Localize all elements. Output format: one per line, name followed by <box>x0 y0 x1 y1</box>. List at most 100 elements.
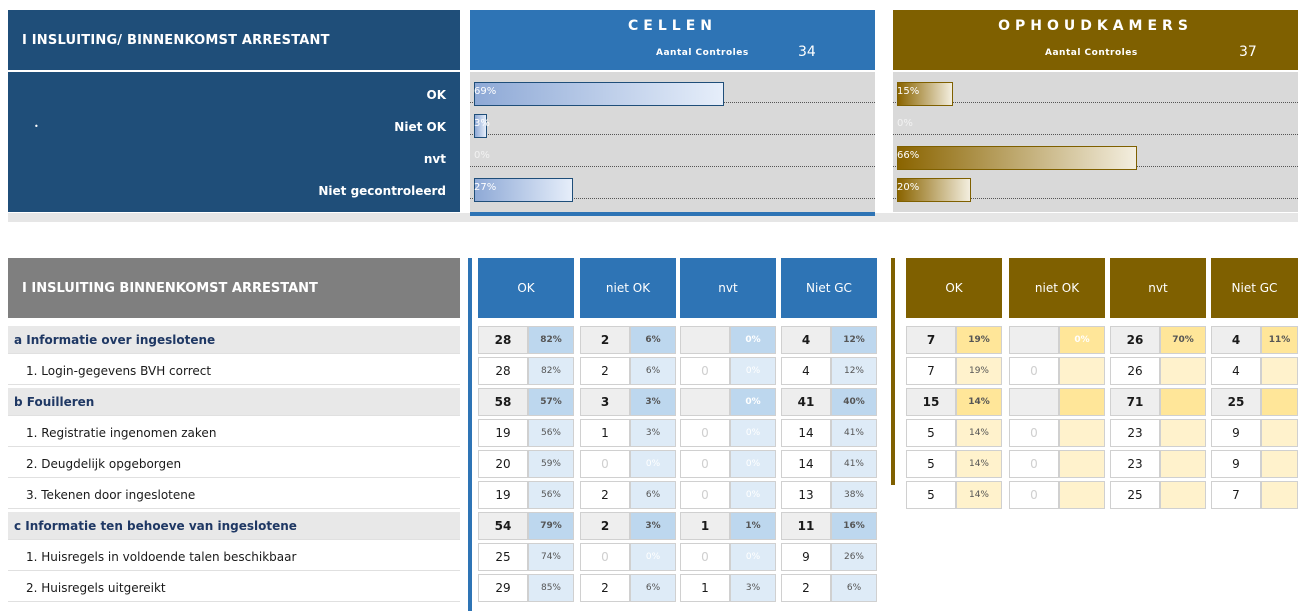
ophoudkamers-cell-percent <box>1261 357 1298 385</box>
detail-title: I INSLUITING BINNENKOMST ARRESTANT <box>8 258 460 318</box>
cellen-bar-chart: 69% 3% 0% 27% <box>470 72 875 212</box>
ophoudkamers-cell-percent: 19% <box>956 326 1002 354</box>
ophoudkamers-cell-count: 71 <box>1110 388 1160 416</box>
cellen-cell-percent: 0% <box>730 419 776 447</box>
ophoudkamers-cell-percent: 19% <box>956 357 1002 385</box>
cellen-cell-percent: 3% <box>630 419 676 447</box>
cellen-cell-count: 0 <box>680 450 730 478</box>
cellen-cell-percent: 74% <box>528 543 574 571</box>
item-label: 2. Huisregels uitgereikt <box>8 574 460 602</box>
cellen-cell-count <box>680 388 730 416</box>
cellen-col-header: Niet GC <box>781 258 877 318</box>
ophoudkamers-col-header: niet OK <box>1009 258 1105 318</box>
category-label: c Informatie ten behoeve van ingeslotene <box>8 512 460 540</box>
cellen-title: CELLEN <box>628 18 717 34</box>
ophoudkamers-cell-count: 5 <box>906 419 956 447</box>
ophoudkamers-cell-count <box>1009 326 1059 354</box>
cellen-cell-count: 0 <box>580 450 630 478</box>
cellen-cell-count: 0 <box>580 543 630 571</box>
cellen-cell-count: 28 <box>478 326 528 354</box>
cellen-cell-percent: 3% <box>630 388 676 416</box>
ophoudkamers-cell-count: 5 <box>906 481 956 509</box>
ophoudkamers-cell-percent <box>1261 481 1298 509</box>
ophoudkamers-bar-chart: 15% 0% 66% 20% <box>893 72 1298 212</box>
ophoudkamers-cell-count: 7 <box>1211 481 1261 509</box>
row-label-nvt: nvt <box>423 152 446 166</box>
cellen-bar-label: 3% <box>474 118 490 129</box>
cellen-cell-count: 20 <box>478 450 528 478</box>
cellen-cell-count: 1 <box>680 574 730 602</box>
ophoudkamers-cell-percent: 70% <box>1160 326 1206 354</box>
cellen-bar-row: 0% <box>470 142 875 167</box>
ophoudkamers-bar <box>897 146 1137 170</box>
cellen-cell-percent: 0% <box>730 543 776 571</box>
cellen-col-header: OK <box>478 258 574 318</box>
cellen-count-label: Aantal Controles <box>656 48 749 58</box>
cellen-cell-percent: 59% <box>528 450 574 478</box>
category-label: a Informatie over ingeslotene <box>8 326 460 354</box>
cellen-cell-percent: 41% <box>831 419 877 447</box>
cellen-cell-count: 2 <box>781 574 831 602</box>
cellen-cell-percent: 85% <box>528 574 574 602</box>
cellen-cell-count: 58 <box>478 388 528 416</box>
cellen-cell-percent: 0% <box>630 543 676 571</box>
cellen-cell-percent: 0% <box>630 450 676 478</box>
summary-row-labels: OK Niet OK nvt Niet gecontroleerd • <box>8 72 460 212</box>
cellen-cell-count: 14 <box>781 450 831 478</box>
cellen-cell-percent: 0% <box>730 357 776 385</box>
cellen-cell-count: 0 <box>680 357 730 385</box>
ophoudkamers-cell-count: 0 <box>1009 450 1059 478</box>
cellen-col-header: niet OK <box>580 258 676 318</box>
cellen-cell-count: 4 <box>781 326 831 354</box>
ophoudkamers-cell-count: 25 <box>1211 388 1261 416</box>
cellen-cell-percent: 6% <box>630 481 676 509</box>
ophoudkamers-bar-row: 66% <box>893 142 1298 170</box>
ophoudkamers-cell-percent: 14% <box>956 481 1002 509</box>
ophoudkamers-cell-count: 7 <box>906 326 956 354</box>
cellen-cell-count: 2 <box>580 574 630 602</box>
cellen-bar-row: 3% <box>470 110 875 138</box>
item-label: 1. Huisregels in voldoende talen beschik… <box>8 543 460 571</box>
cellen-col-header: nvt <box>680 258 776 318</box>
row-label-niet-gecontroleerd: Niet gecontroleerd <box>318 184 446 198</box>
row-label-niet-ok: Niet OK <box>394 120 446 134</box>
cellen-cell-percent: 1% <box>730 512 776 540</box>
ophoudkamers-cell-count: 7 <box>906 357 956 385</box>
ophoudkamers-bar-label: 66% <box>897 150 920 161</box>
cellen-cell-percent: 16% <box>831 512 877 540</box>
cellen-cell-percent: 38% <box>831 481 877 509</box>
cellen-cell-count: 2 <box>580 357 630 385</box>
cellen-cell-percent: 40% <box>831 388 877 416</box>
cellen-count: 34 <box>798 44 816 60</box>
cellen-cell-percent: 56% <box>528 419 574 447</box>
cellen-cell-count: 25 <box>478 543 528 571</box>
cellen-cell-percent: 6% <box>630 357 676 385</box>
ophoudkamers-cell-count: 23 <box>1110 450 1160 478</box>
ophoudkamers-cell-count <box>1009 388 1059 416</box>
ophoudkamers-col-header: Niet GC <box>1211 258 1298 318</box>
cellen-cell-percent: 0% <box>730 326 776 354</box>
row-label-ok: OK <box>426 88 447 102</box>
ophoudkamers-bar-label: 0% <box>897 118 913 129</box>
cellen-cell-count <box>680 326 730 354</box>
ophoudkamers-count: 37 <box>1239 44 1257 60</box>
ophoudkamers-divider <box>891 258 895 485</box>
cellen-bar <box>474 82 725 106</box>
cellen-underline <box>470 212 875 216</box>
cellen-cell-count: 0 <box>680 543 730 571</box>
item-label: 1. Registratie ingenomen zaken <box>8 419 460 447</box>
ophoudkamers-bar-row: 20% <box>893 174 1298 202</box>
ophoudkamers-header: OPHOUDKAMERS Aantal Controles 37 <box>893 10 1298 70</box>
dot-marker: • <box>34 122 39 131</box>
item-label: 3. Tekenen door ingeslotene <box>8 481 460 509</box>
ophoudkamers-cell-percent <box>1261 419 1298 447</box>
cellen-bar-label: 0% <box>474 150 490 161</box>
category-label: b Fouilleren <box>8 388 460 416</box>
ophoudkamers-count-label: Aantal Controles <box>1045 48 1138 58</box>
ophoudkamers-cell-percent: 0% <box>1059 326 1105 354</box>
cellen-cell-count: 13 <box>781 481 831 509</box>
ophoudkamers-cell-percent <box>1059 450 1105 478</box>
cellen-cell-percent: 12% <box>831 326 877 354</box>
cellen-cell-count: 9 <box>781 543 831 571</box>
cellen-cell-count: 1 <box>580 419 630 447</box>
